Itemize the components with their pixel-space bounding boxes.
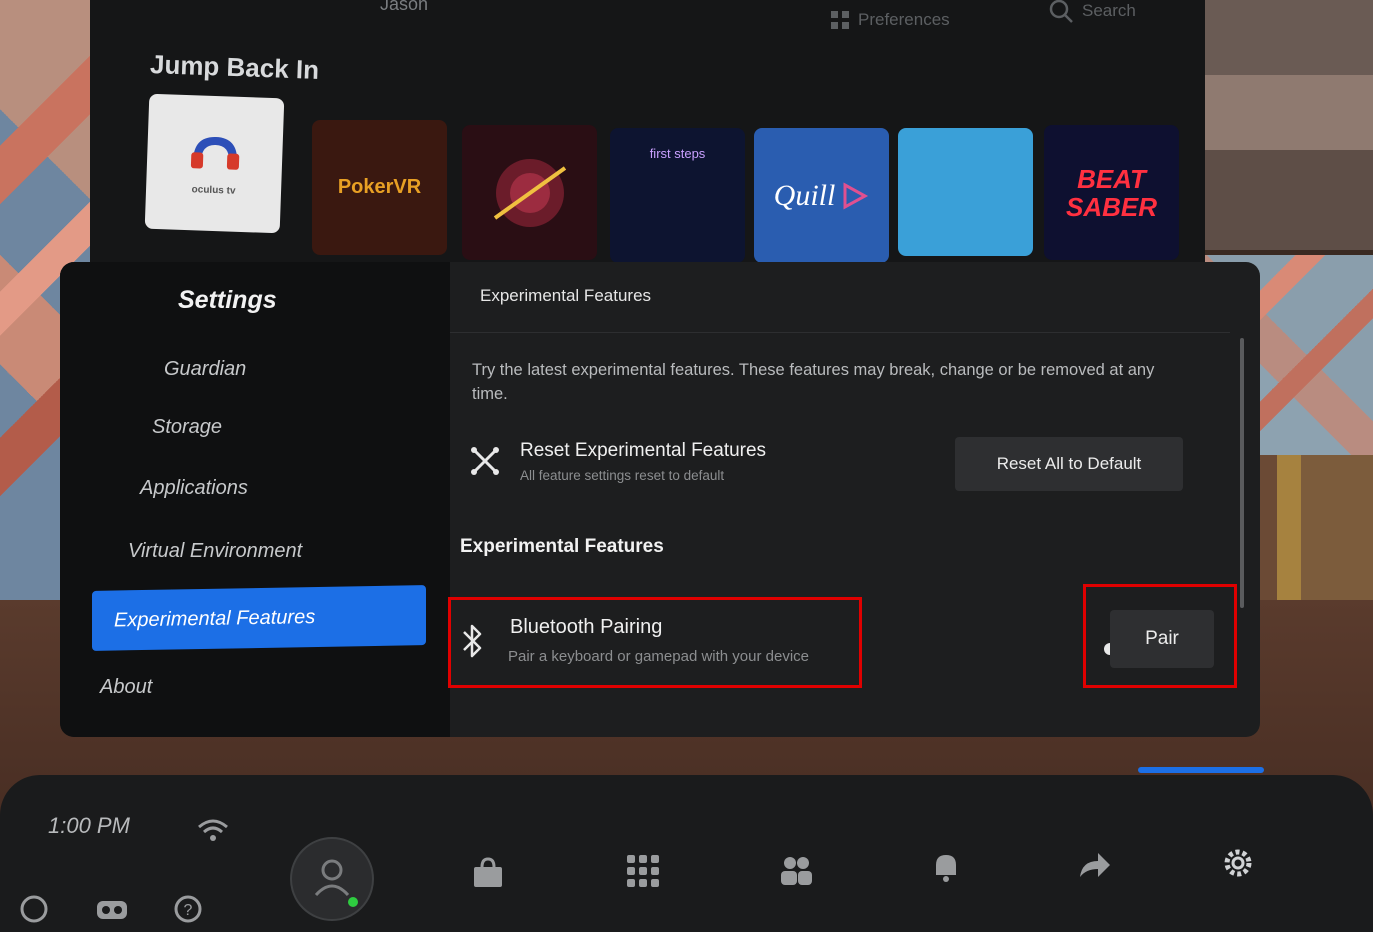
search-link[interactable]: Search: [1048, 0, 1136, 24]
environment-wall-right: [1193, 0, 1373, 250]
store-icon[interactable]: [470, 855, 506, 891]
preferences-link[interactable]: Preferences: [830, 10, 950, 30]
app-tile-beat-saber[interactable]: BEAT SABER: [1044, 125, 1179, 260]
search-label: Search: [1082, 1, 1136, 20]
preferences-label: Preferences: [858, 10, 950, 29]
svg-text:?: ?: [184, 902, 193, 919]
settings-icon[interactable]: [1220, 845, 1256, 881]
people-icon[interactable]: [778, 853, 814, 889]
headset-icon[interactable]: [94, 893, 130, 929]
section-title: Experimental Features: [460, 536, 664, 557]
settings-sidebar: Settings Guardian Storage Applications V…: [60, 262, 450, 737]
reset-all-default-button[interactable]: Reset All to Default: [955, 437, 1183, 491]
tile-label: PokerVR: [337, 176, 422, 198]
description-text: Try the latest experimental features. Th…: [472, 361, 1155, 403]
sidebar-item-about[interactable]: About: [100, 676, 152, 699]
tile-label: oculus tv: [191, 184, 236, 197]
reset-features-title: Reset Experimental Features: [520, 440, 767, 461]
settings-title: Settings: [178, 286, 277, 314]
game-art-icon: [493, 158, 566, 227]
app-tile-oculus-tv[interactable]: oculus tv: [144, 93, 285, 234]
apps-grid-icon[interactable]: [625, 853, 661, 889]
play-icon: [843, 181, 869, 210]
oculus-tv-logo-icon: [190, 137, 239, 170]
user-name: Jason: [380, 0, 429, 14]
highlight-bluetooth-row: [448, 597, 862, 688]
universal-dock: 1:00 PM ?: [0, 767, 1373, 932]
search-icon: [1049, 0, 1073, 23]
grid-icon: [831, 11, 849, 29]
sidebar-item-virtual-environment[interactable]: Virtual Environment: [128, 540, 302, 563]
sidebar-item-storage[interactable]: Storage: [152, 416, 222, 439]
tile-label: first steps: [649, 146, 706, 161]
jump-back-in-title: Jump Back In: [149, 49, 320, 85]
store-panel: Jason Preferences Search Jump Back In oc…: [90, 0, 1205, 285]
wifi-icon: [198, 819, 228, 841]
user-icon: [314, 859, 350, 897]
app-tile-quill[interactable]: Quill: [754, 128, 889, 263]
highlight-pair-button: [1083, 584, 1237, 688]
share-icon[interactable]: [1076, 847, 1112, 883]
sidebar-item-experimental-features[interactable]: Experimental Features: [92, 585, 426, 651]
header-divider: [450, 332, 1230, 333]
page-title: Experimental Features: [480, 286, 652, 305]
online-status-indicator: [348, 897, 358, 907]
app-tile-first-steps[interactable]: first steps: [610, 128, 745, 263]
tile-label: Quill: [773, 178, 836, 212]
reset-features-subtitle: All feature settings reset to default: [520, 468, 725, 483]
avatar[interactable]: [290, 837, 374, 921]
notifications-icon[interactable]: [928, 849, 964, 885]
sidebar-item-applications[interactable]: Applications: [140, 477, 248, 500]
scrollbar[interactable]: [1240, 338, 1244, 608]
sidebar-item-guardian[interactable]: Guardian: [164, 358, 246, 381]
clock-time: 1:00 PM: [48, 813, 130, 838]
active-indicator: [1138, 767, 1264, 773]
tile-label: BEAT SABER: [1065, 163, 1157, 222]
help-icon[interactable]: ?: [170, 891, 206, 927]
app-tile-game[interactable]: [462, 125, 597, 260]
oculus-icon[interactable]: [16, 891, 52, 927]
close-x-icon: [471, 447, 499, 475]
app-tile-blue-app[interactable]: [898, 128, 1033, 256]
app-tile-pokervr[interactable]: PokerVR: [312, 120, 447, 255]
